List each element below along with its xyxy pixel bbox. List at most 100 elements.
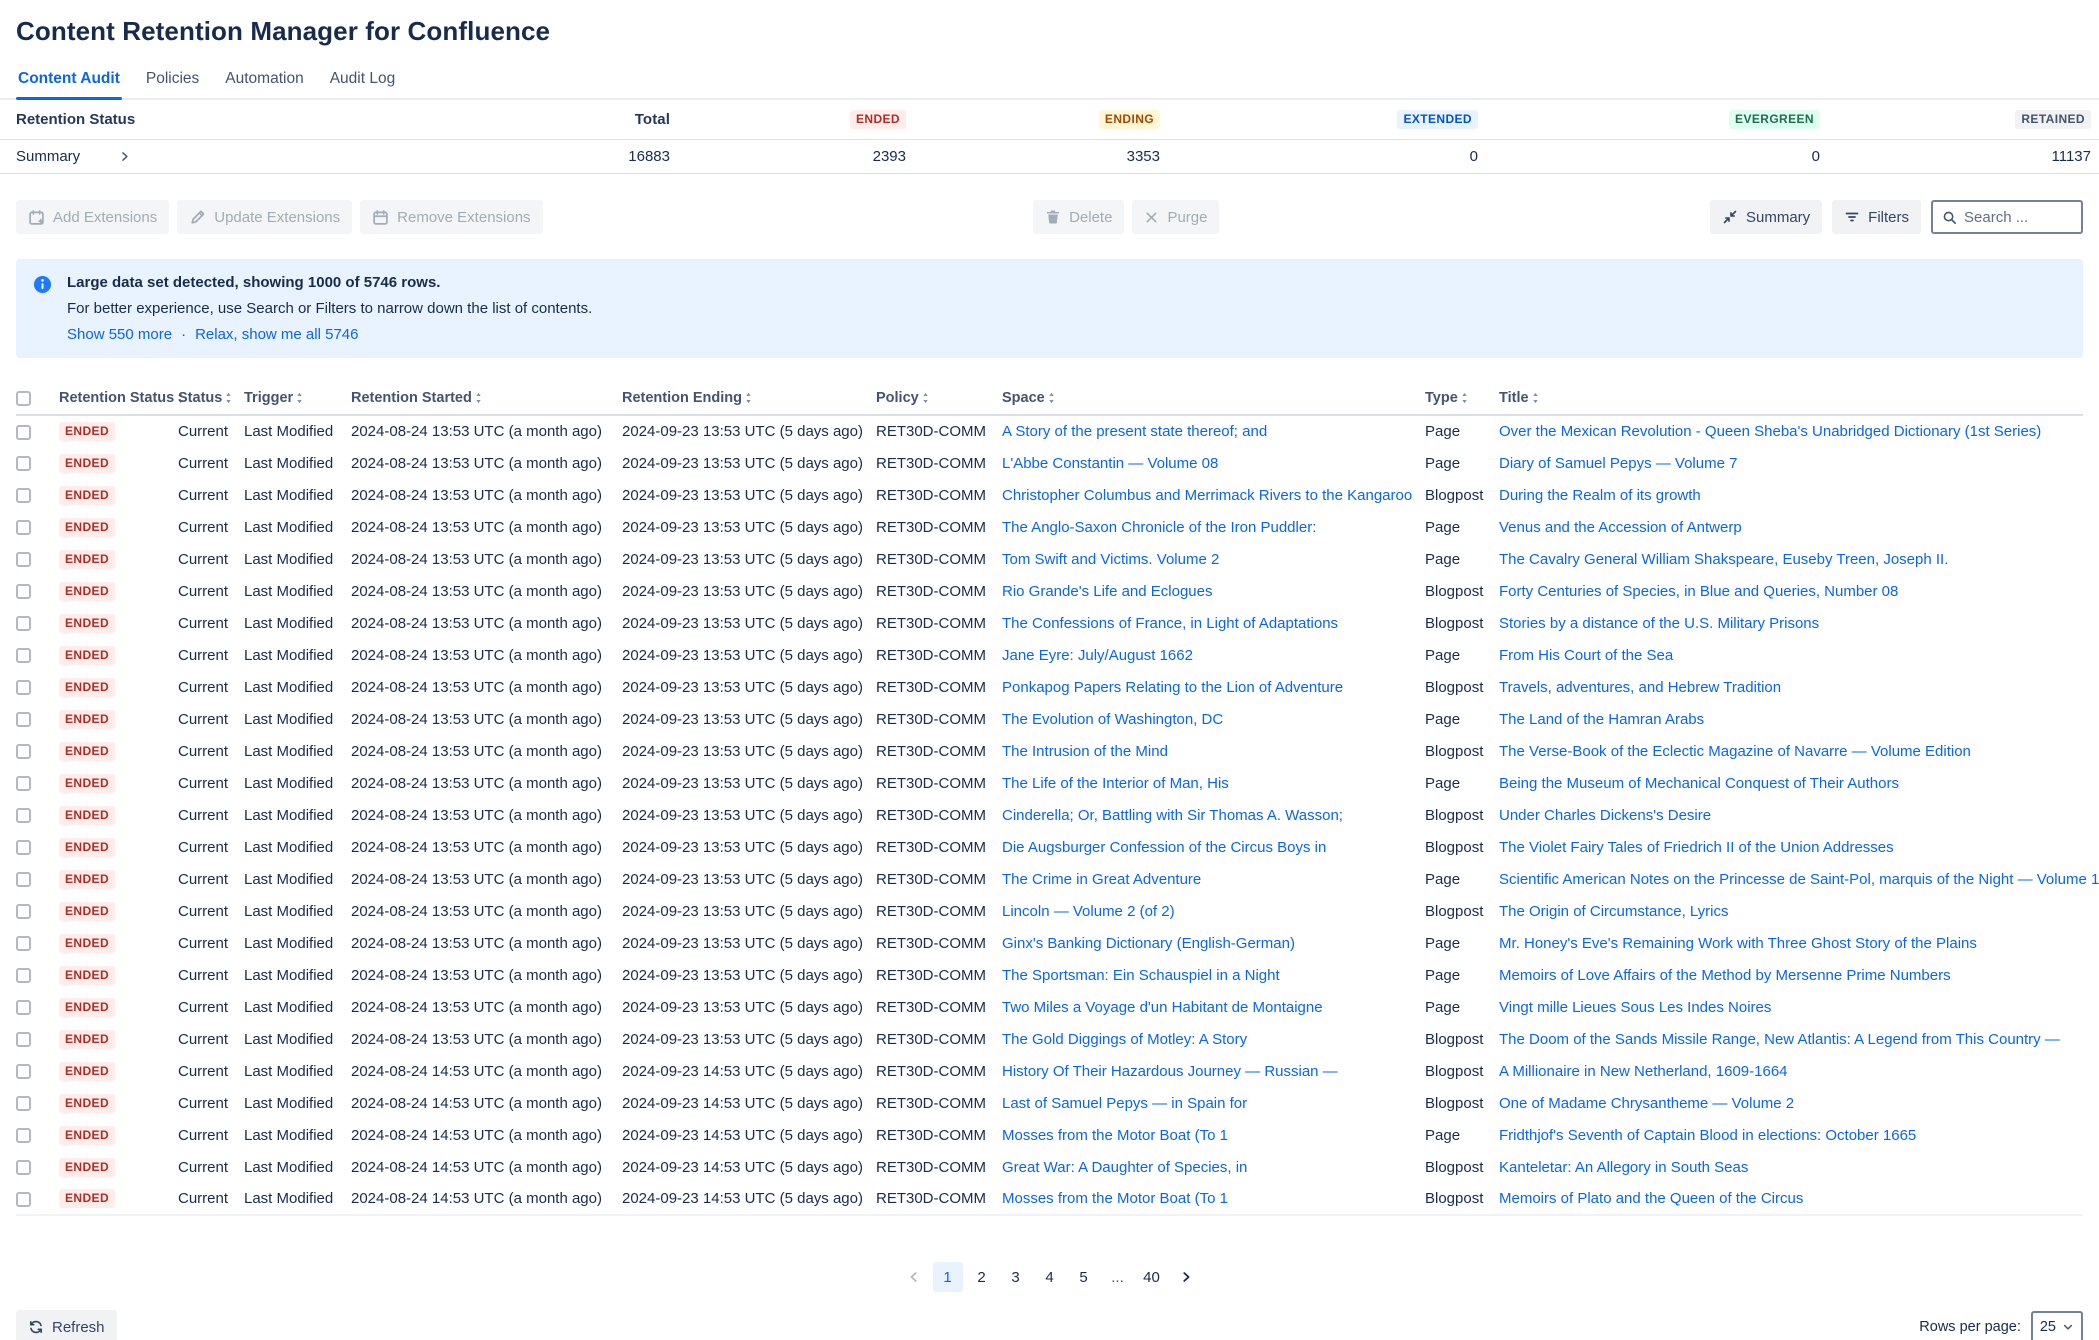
space-link[interactable]: The Intrusion of the Mind [1002,743,1168,760]
row-checkbox[interactable] [16,425,31,440]
row-checkbox[interactable] [16,968,31,983]
chevron-right-icon[interactable] [118,150,131,163]
space-link[interactable]: Ponkapog Papers Relating to the Lion of … [1002,679,1343,696]
row-checkbox[interactable] [16,712,31,727]
row-checkbox[interactable] [16,584,31,599]
summary-toggle-button[interactable]: Summary [1710,200,1822,234]
rows-per-page-select[interactable]: 25 [2031,1311,2083,1340]
row-checkbox[interactable] [16,488,31,503]
pagination-prev-button[interactable] [899,1262,929,1292]
title-link[interactable]: The Doom of the Sands Missile Range, New… [1499,1031,2060,1048]
title-link[interactable]: From His Court of the Sea [1499,647,1673,664]
space-link[interactable]: Cinderella; Or, Battling with Sir Thomas… [1002,807,1343,824]
pagination-page[interactable]: 1 [933,1262,963,1292]
update-extensions-button[interactable]: Update Extensions [177,200,352,234]
title-link[interactable]: Kanteletar: An Allegory in South Seas [1499,1159,1748,1176]
space-link[interactable]: Mosses from the Motor Boat (To 1 [1002,1190,1228,1207]
pagination-page[interactable]: 4 [1035,1262,1065,1292]
space-link[interactable]: The Confessions of France, in Light of A… [1002,615,1338,632]
space-link[interactable]: The Crime in Great Adventure [1002,871,1201,888]
title-link[interactable]: Vingt mille Lieues Sous Les Indes Noires [1499,999,1771,1016]
title-link[interactable]: Stories by a distance of the U.S. Milita… [1499,615,1819,632]
title-link[interactable]: Venus and the Accession of Antwerp [1499,519,1742,536]
title-link[interactable]: Mr. Honey's Eve's Remaining Work with Th… [1499,935,1977,952]
row-checkbox[interactable] [16,744,31,759]
space-link[interactable]: Two Miles a Voyage d'un Habitant de Mont… [1002,999,1323,1016]
space-link[interactable]: Mosses from the Motor Boat (To 1 [1002,1127,1228,1144]
tab-automation[interactable]: Automation [223,70,305,98]
title-link[interactable]: Travels, adventures, and Hebrew Traditio… [1499,679,1781,696]
title-link[interactable]: Scientific American Notes on the Princes… [1499,871,2099,888]
header-trigger[interactable]: Trigger [244,382,351,415]
space-link[interactable]: Lincoln — Volume 2 (of 2) [1002,903,1175,920]
add-extensions-button[interactable]: Add Extensions [16,200,169,234]
purge-button[interactable]: Purge [1132,200,1219,234]
space-link[interactable]: The Sportsman: Ein Schauspiel in a Night [1002,967,1280,984]
refresh-button[interactable]: Refresh [16,1310,117,1340]
row-checkbox[interactable] [16,808,31,823]
header-retention-status[interactable]: Retention Status [46,382,178,415]
remove-extensions-button[interactable]: Remove Extensions [360,200,542,234]
title-link[interactable]: Forty Centuries of Species, in Blue and … [1499,583,1898,600]
space-link[interactable]: Die Augsburger Confession of the Circus … [1002,839,1326,856]
tab-policies[interactable]: Policies [144,70,201,98]
title-link[interactable]: Memoirs of Plato and the Queen of the Ci… [1499,1190,1803,1207]
delete-button[interactable]: Delete [1033,200,1124,234]
title-link[interactable]: The Land of the Hamran Arabs [1499,711,1704,728]
title-link[interactable]: Being the Museum of Mechanical Conquest … [1499,775,1899,792]
row-checkbox[interactable] [16,1032,31,1047]
row-checkbox[interactable] [16,648,31,663]
title-link[interactable]: Under Charles Dickens's Desire [1499,807,1711,824]
row-checkbox[interactable] [16,840,31,855]
row-checkbox[interactable] [16,616,31,631]
space-link[interactable]: Last of Samuel Pepys — in Spain for [1002,1095,1247,1112]
title-link[interactable]: A Millionaire in New Netherland, 1609-16… [1499,1063,1788,1080]
show-more-link[interactable]: Show 550 more [67,326,172,343]
space-link[interactable]: History Of Their Hazardous Journey — Rus… [1002,1063,1338,1080]
row-checkbox[interactable] [16,1096,31,1111]
pagination-page[interactable]: 40 [1137,1262,1167,1292]
space-link[interactable]: Rio Grande's Life and Eclogues [1002,583,1213,600]
row-checkbox[interactable] [16,680,31,695]
row-checkbox[interactable] [16,456,31,471]
tab-content-audit[interactable]: Content Audit [16,70,122,98]
title-link[interactable]: The Verse-Book of the Eclectic Magazine … [1499,743,1971,760]
header-status[interactable]: Status [178,382,244,415]
select-all-checkbox[interactable] [16,391,31,406]
space-link[interactable]: L'Abbe Constantin — Volume 08 [1002,455,1218,472]
header-title[interactable]: Title [1499,382,2083,415]
row-checkbox[interactable] [16,1192,31,1207]
space-link[interactable]: The Gold Diggings of Motley: A Story [1002,1031,1247,1048]
tab-audit-log[interactable]: Audit Log [328,70,398,98]
row-checkbox[interactable] [16,872,31,887]
pagination-page[interactable]: 3 [1001,1262,1031,1292]
space-link[interactable]: The Evolution of Washington, DC [1002,711,1223,728]
title-link[interactable]: Diary of Samuel Pepys — Volume 7 [1499,455,1737,472]
header-policy[interactable]: Policy [876,382,1002,415]
title-link[interactable]: Fridthjof's Seventh of Captain Blood in … [1499,1127,1916,1144]
pagination-next-button[interactable] [1171,1262,1201,1292]
space-link[interactable]: Great War: A Daughter of Species, in [1002,1159,1247,1176]
pagination-page[interactable]: 2 [967,1262,997,1292]
space-link[interactable]: The Life of the Interior of Man, His [1002,775,1229,792]
header-retention-started[interactable]: Retention Started [351,382,622,415]
header-retention-ending[interactable]: Retention Ending [622,382,876,415]
space-link[interactable]: A Story of the present state thereof; an… [1002,423,1267,440]
space-link[interactable]: The Anglo-Saxon Chronicle of the Iron Pu… [1002,519,1316,536]
title-link[interactable]: The Cavalry General William Shakspeare, … [1499,551,1948,568]
header-type[interactable]: Type [1425,382,1499,415]
pagination-page[interactable]: 5 [1069,1262,1099,1292]
title-link[interactable]: Memoirs of Love Affairs of the Method by… [1499,967,1951,984]
title-link[interactable]: One of Madame Chrysantheme — Volume 2 [1499,1095,1794,1112]
title-link[interactable]: Over the Mexican Revolution - Queen Sheb… [1499,423,2041,440]
row-checkbox[interactable] [16,776,31,791]
title-link[interactable]: The Violet Fairy Tales of Friedrich II o… [1499,839,1894,856]
row-checkbox[interactable] [16,1064,31,1079]
space-link[interactable]: Ginx's Banking Dictionary (English-Germa… [1002,935,1295,952]
space-link[interactable]: Jane Eyre: July/August 1662 [1002,647,1193,664]
row-checkbox[interactable] [16,1160,31,1175]
row-checkbox[interactable] [16,936,31,951]
title-link[interactable]: The Origin of Circumstance, Lyrics [1499,903,1729,920]
row-checkbox[interactable] [16,520,31,535]
row-checkbox[interactable] [16,1000,31,1015]
